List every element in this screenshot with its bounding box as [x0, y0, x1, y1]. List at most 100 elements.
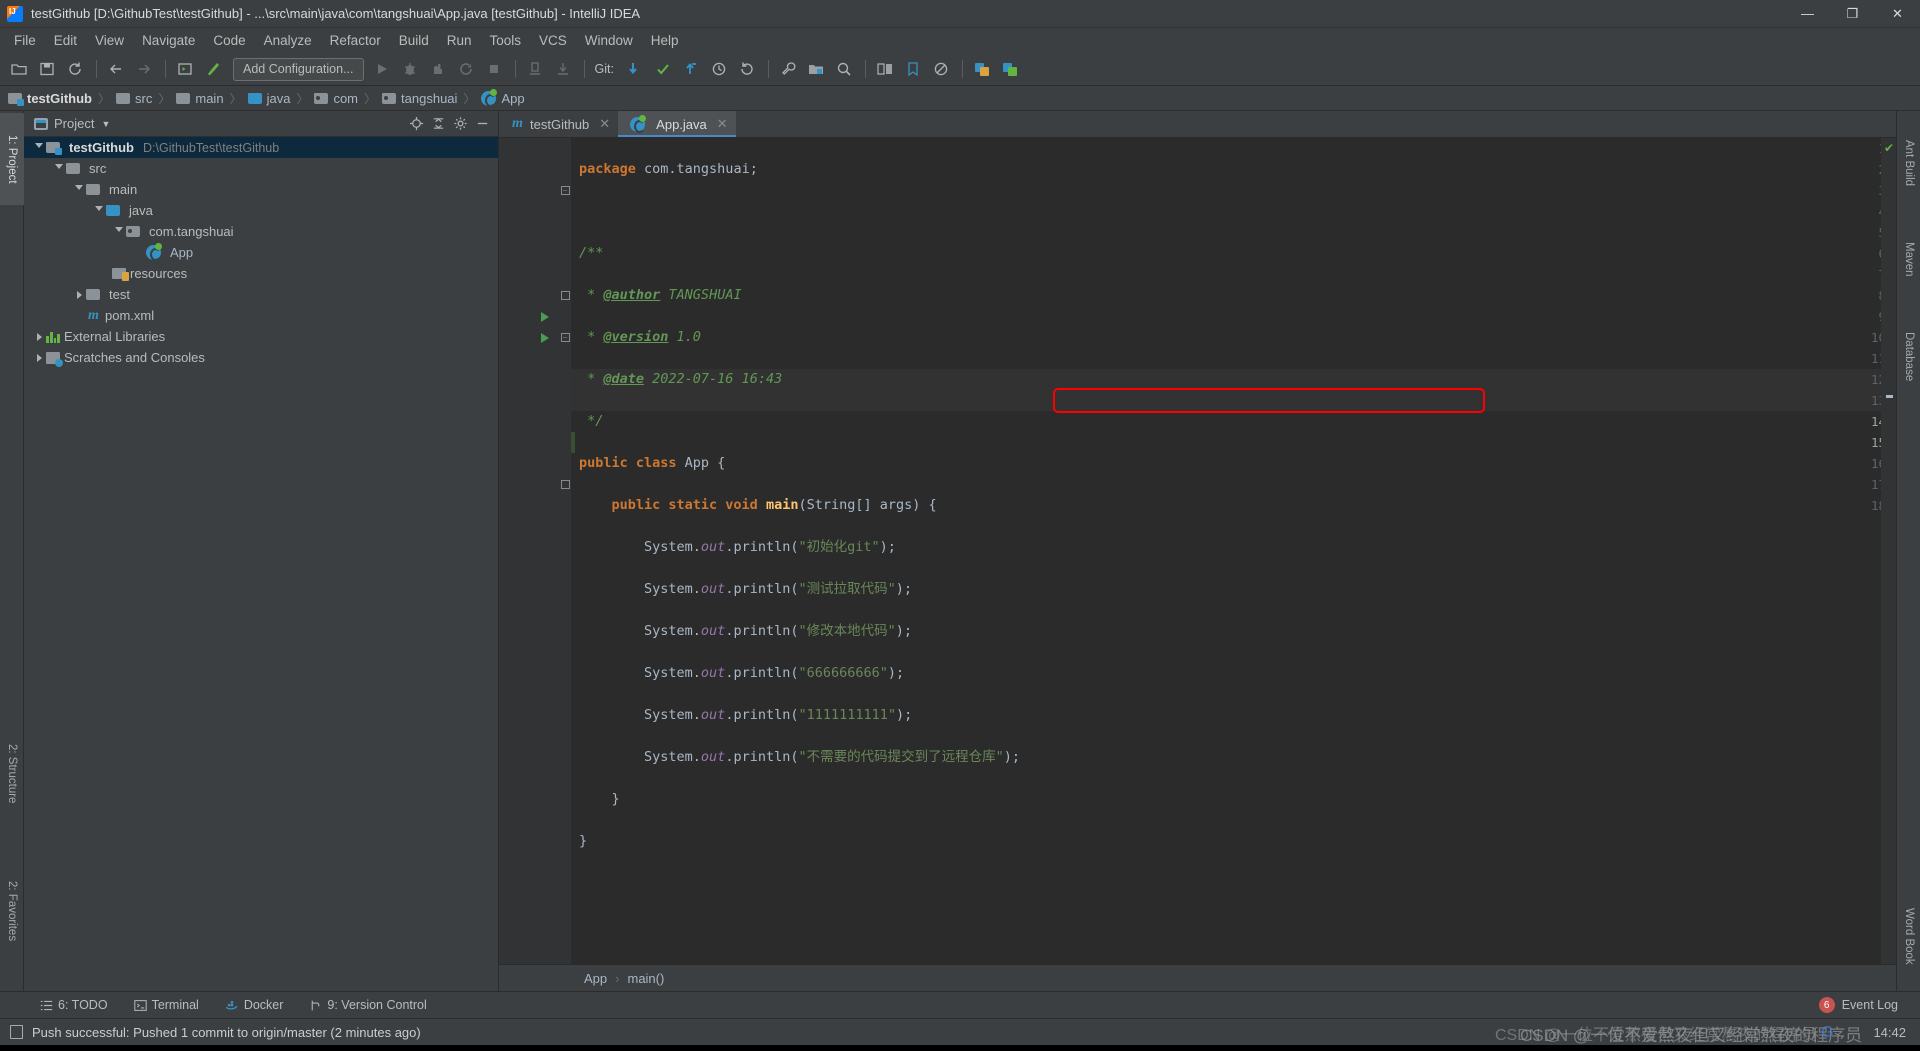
- diff-icon[interactable]: [872, 57, 898, 81]
- twisty-closed-icon[interactable]: [32, 332, 46, 341]
- bookmark-icon[interactable]: [900, 57, 926, 81]
- editor-scrollbar[interactable]: ✔: [1881, 138, 1896, 964]
- wrench-icon[interactable]: [775, 57, 801, 81]
- tree-node-resources[interactable]: resources: [24, 263, 498, 284]
- close-icon[interactable]: ✕: [717, 116, 728, 132]
- back-arrow-icon[interactable]: [103, 57, 129, 81]
- tree-node-pom-xml[interactable]: m pom.xml: [24, 305, 498, 326]
- translate-icon[interactable]: [969, 57, 995, 81]
- sidebar-item-favorites[interactable]: 2: Favorites: [0, 856, 24, 966]
- download-icon[interactable]: [550, 57, 576, 81]
- commit-icon[interactable]: [650, 57, 676, 81]
- twisty-open-icon[interactable]: [52, 164, 66, 173]
- minimize-button[interactable]: —: [1785, 0, 1830, 28]
- translate2-icon[interactable]: [997, 57, 1023, 81]
- settings-gear-icon[interactable]: [449, 114, 471, 134]
- menu-item-build[interactable]: Build: [390, 30, 438, 51]
- close-icon[interactable]: ✕: [599, 116, 610, 132]
- message-icon[interactable]: [10, 1025, 23, 1039]
- sidebar-item-todo[interactable]: 6: TODO: [40, 998, 108, 1012]
- fold-open-icon[interactable]: −: [559, 180, 571, 201]
- tab-app-java[interactable]: App.java ✕: [618, 111, 736, 137]
- editor-gutter[interactable]: [499, 138, 571, 964]
- collapse-all-icon[interactable]: [427, 114, 449, 134]
- tree-node-com-tangshuai[interactable]: com.tangshuai: [24, 221, 498, 242]
- chevron-down-icon[interactable]: ▼: [101, 119, 110, 129]
- error-stripe-mark[interactable]: [1886, 395, 1893, 398]
- run-method-gutter-icon[interactable]: [539, 327, 551, 348]
- build-hammer-icon[interactable]: [200, 57, 226, 81]
- inspection-ok-icon[interactable]: ✔: [1884, 141, 1894, 155]
- twisty-open-icon[interactable]: [112, 227, 126, 236]
- compile-icon[interactable]: [172, 57, 198, 81]
- sidebar-item-terminal[interactable]: Terminal: [133, 998, 199, 1012]
- update-project-icon[interactable]: [622, 57, 648, 81]
- breadcrumb-method[interactable]: main(): [627, 971, 664, 986]
- menu-item-run[interactable]: Run: [438, 30, 481, 51]
- sidebar-item-database[interactable]: Database: [1897, 307, 1920, 407]
- hide-icon[interactable]: [471, 114, 493, 134]
- close-button[interactable]: ✕: [1875, 0, 1920, 28]
- fold-close-icon[interactable]: [559, 474, 571, 495]
- menu-item-analyze[interactable]: Analyze: [255, 30, 321, 51]
- maximize-button[interactable]: ❐: [1830, 0, 1875, 28]
- tree-node-testgithub[interactable]: testGithub D:\GithubTest\testGithub: [24, 137, 498, 158]
- profile-icon[interactable]: [453, 57, 479, 81]
- menu-item-refactor[interactable]: Refactor: [321, 30, 390, 51]
- disable-icon[interactable]: [928, 57, 954, 81]
- search-everywhere-icon[interactable]: [831, 57, 857, 81]
- forward-arrow-icon[interactable]: [131, 57, 157, 81]
- sidebar-item-docker[interactable]: Docker: [225, 998, 283, 1012]
- menu-item-view[interactable]: View: [86, 30, 133, 51]
- open-project-icon[interactable]: [6, 57, 32, 81]
- breadcrumb-item-tangshuai[interactable]: tangshuai: [382, 91, 457, 106]
- tree-node-external-libraries[interactable]: External Libraries: [24, 326, 498, 347]
- code-editor[interactable]: 1 2 3 4 5 6 7 8 9 10 11 12 13 14 15 16 1…: [499, 138, 1896, 964]
- twisty-open-icon[interactable]: [72, 185, 86, 194]
- sync-refresh-icon[interactable]: [62, 57, 88, 81]
- breadcrumb-item-main[interactable]: main: [176, 91, 224, 106]
- history-icon[interactable]: [706, 57, 732, 81]
- tree-node-src[interactable]: src: [24, 158, 498, 179]
- save-all-icon[interactable]: [34, 57, 60, 81]
- sidebar-item-ant-build[interactable]: Ant Build: [1897, 115, 1920, 211]
- breadcrumb-item-app[interactable]: App: [481, 88, 525, 107]
- sidebar-item-version-control[interactable]: 9: Version Control: [309, 998, 427, 1012]
- breadcrumb-item-module[interactable]: testGithub: [8, 91, 92, 106]
- tree-node-test[interactable]: test: [24, 284, 498, 305]
- sidebar-item-word-book[interactable]: Word Book: [1897, 881, 1920, 991]
- locate-icon[interactable]: [405, 114, 427, 134]
- menu-item-window[interactable]: Window: [576, 30, 642, 51]
- install-apk-icon[interactable]: [522, 57, 548, 81]
- tab-testgithub[interactable]: m testGithub ✕: [499, 111, 618, 137]
- menu-item-vcs[interactable]: VCS: [530, 30, 576, 51]
- tree-node-app[interactable]: App: [24, 242, 498, 263]
- breadcrumb-item-src[interactable]: src: [116, 91, 152, 106]
- twisty-closed-icon[interactable]: [72, 290, 86, 299]
- sidebar-item-structure[interactable]: 2: Structure: [0, 719, 24, 829]
- breadcrumb-class[interactable]: App: [584, 971, 607, 986]
- rollback-icon[interactable]: [734, 57, 760, 81]
- menu-item-file[interactable]: File: [5, 30, 45, 51]
- menu-item-edit[interactable]: Edit: [45, 30, 86, 51]
- twisty-closed-icon[interactable]: [32, 353, 46, 362]
- vcs-change-marker[interactable]: [571, 432, 575, 453]
- menu-item-tools[interactable]: Tools: [481, 30, 531, 51]
- push-icon[interactable]: [678, 57, 704, 81]
- tree-node-java[interactable]: java: [24, 200, 498, 221]
- breadcrumb-item-java[interactable]: java: [247, 91, 290, 106]
- menu-item-code[interactable]: Code: [204, 30, 254, 51]
- tree-node-scratches-and-consoles[interactable]: Scratches and Consoles: [24, 347, 498, 368]
- run-configuration-selector[interactable]: Add Configuration...: [233, 57, 364, 81]
- menu-item-navigate[interactable]: Navigate: [133, 30, 204, 51]
- event-log-button[interactable]: 6 Event Log: [1818, 997, 1898, 1013]
- project-structure-icon[interactable]: [803, 57, 829, 81]
- run-class-gutter-icon[interactable]: [539, 306, 551, 327]
- sidebar-item-maven[interactable]: Maven: [1897, 219, 1920, 299]
- breadcrumb-item-com[interactable]: com: [314, 91, 358, 106]
- fold-close-icon[interactable]: [559, 285, 571, 306]
- fold-open-icon[interactable]: −: [559, 327, 571, 348]
- sidebar-item-project[interactable]: 1: Project: [0, 113, 24, 205]
- code-text[interactable]: package com.tangshuai; /** * @author TAN…: [579, 138, 1889, 964]
- stop-icon[interactable]: [481, 57, 507, 81]
